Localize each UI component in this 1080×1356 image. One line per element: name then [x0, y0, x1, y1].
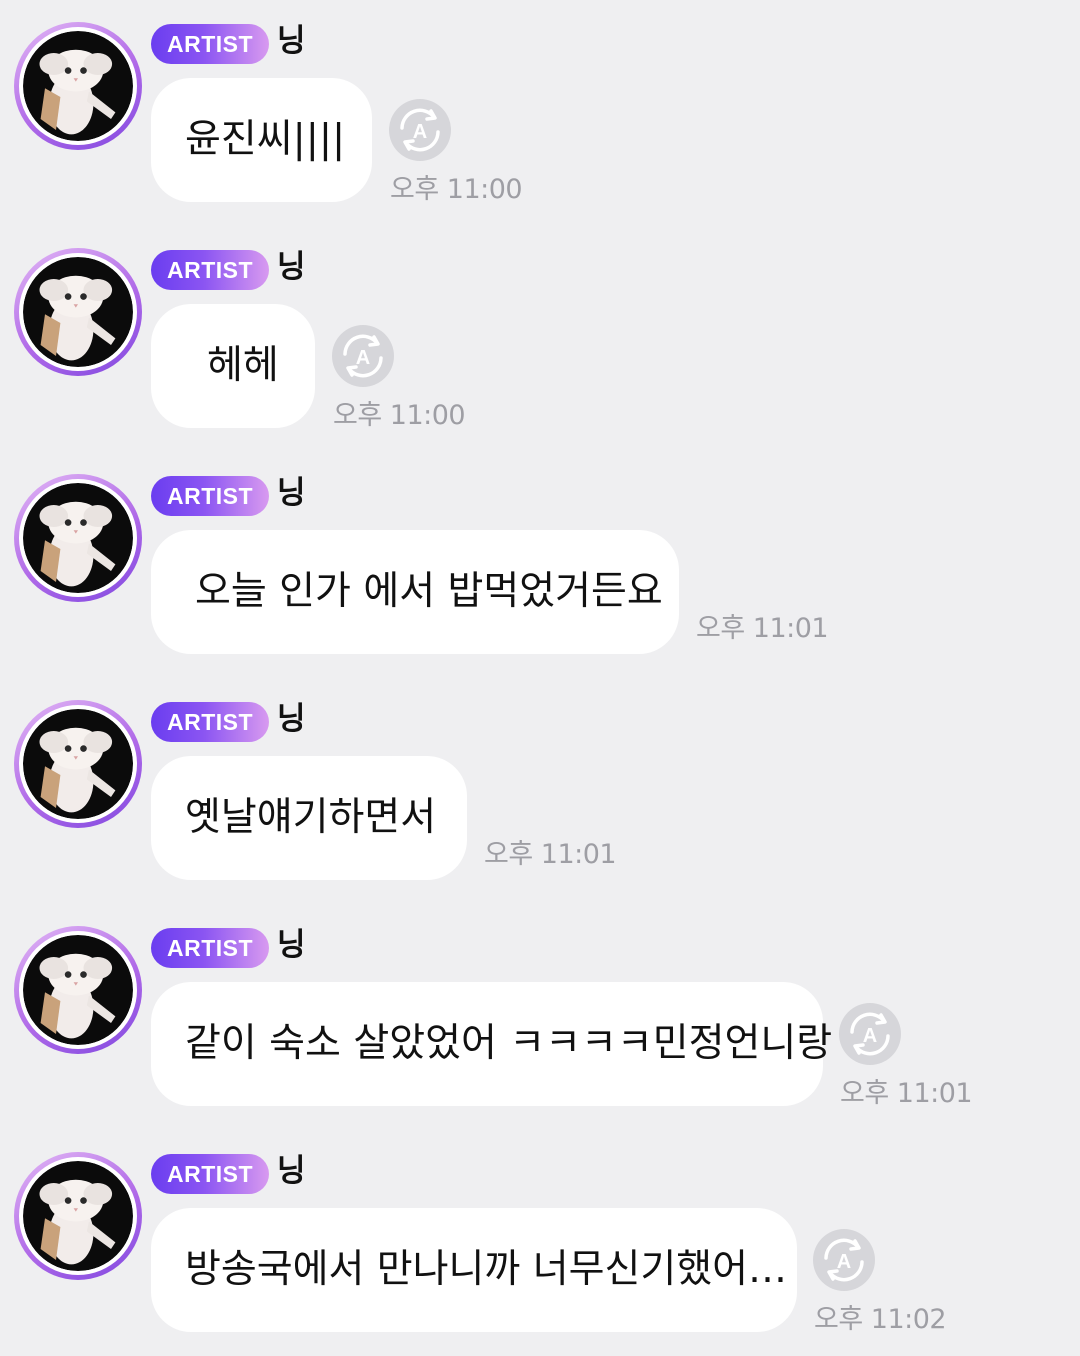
message-timestamp: 오후 11:01 [484, 839, 617, 870]
message-bubble[interactable]: 방송국에서 만나니까 너무신기했어… [151, 1208, 797, 1332]
svg-text:A: A [837, 1251, 851, 1273]
translate-icon[interactable]: A [388, 98, 452, 162]
translate-icon[interactable]: A [812, 1228, 876, 1292]
sender-name: 닝 [277, 927, 306, 963]
artist-badge: ARTIST [151, 24, 269, 64]
chat-message: ARTIST 닝 윤진씨|||| A 오후 11:00 [0, 0, 1080, 226]
chat-message: ARTIST 닝 헤헤 A 오후 11:00 [0, 226, 1080, 452]
artist-badge: ARTIST [151, 476, 269, 516]
artist-badge: ARTIST [151, 928, 269, 968]
message-bubble[interactable]: 같이 숙소 살았었어 ㅋㅋㅋㅋ민정언니랑 [151, 982, 832, 1106]
avatar[interactable] [14, 474, 142, 602]
message-bubble[interactable]: 오늘 인가 에서 밥먹었거든요 [151, 530, 679, 654]
artist-badge: ARTIST [151, 702, 269, 742]
svg-text:A: A [356, 347, 370, 369]
message-bubble[interactable]: 헤헤 [151, 304, 315, 428]
cat-avatar-image [23, 31, 133, 141]
chat-message: ARTIST 닝 방송국에서 만나니까 너무신기했어… A 오후 11:02 [0, 1130, 1080, 1356]
cat-avatar-image [23, 709, 133, 819]
sender-name: 닝 [277, 701, 306, 737]
message-timestamp: 오후 11:00 [390, 174, 523, 205]
artist-badge: ARTIST [151, 1154, 269, 1194]
message-timestamp: 오후 11:01 [840, 1078, 973, 1109]
sender-name: 닝 [277, 475, 306, 511]
cat-avatar-image [23, 1161, 133, 1271]
avatar[interactable] [14, 926, 142, 1054]
chat-message: ARTIST 닝 옛날얘기하면서 오후 11:01 [0, 678, 1080, 904]
cat-avatar-image [23, 935, 133, 1045]
chat-message: ARTIST 닝 오늘 인가 에서 밥먹었거든요 오후 11:01 [0, 452, 1080, 678]
avatar[interactable] [14, 22, 142, 150]
message-timestamp: 오후 11:02 [814, 1304, 947, 1335]
message-bubble[interactable]: 윤진씨|||| [151, 78, 372, 202]
message-bubble[interactable]: 옛날얘기하면서 [151, 756, 467, 880]
sender-name: 닝 [277, 249, 306, 285]
avatar[interactable] [14, 1152, 142, 1280]
sender-name: 닝 [277, 1153, 306, 1189]
message-timestamp: 오후 11:00 [333, 400, 466, 431]
sender-name: 닝 [277, 23, 306, 59]
avatar[interactable] [14, 700, 142, 828]
cat-avatar-image [23, 483, 133, 593]
svg-text:A: A [863, 1025, 877, 1047]
svg-text:A: A [413, 121, 427, 143]
avatar[interactable] [14, 248, 142, 376]
chat-thread: ARTIST 닝 윤진씨|||| A 오후 11:00 ARTIST 닝 헤헤 … [0, 0, 1080, 1354]
translate-icon[interactable]: A [838, 1002, 902, 1066]
cat-avatar-image [23, 257, 133, 367]
chat-message: ARTIST 닝 같이 숙소 살았었어 ㅋㅋㅋㅋ민정언니랑 A 오후 11:01 [0, 904, 1080, 1130]
message-timestamp: 오후 11:01 [696, 613, 829, 644]
artist-badge: ARTIST [151, 250, 269, 290]
translate-icon[interactable]: A [331, 324, 395, 388]
